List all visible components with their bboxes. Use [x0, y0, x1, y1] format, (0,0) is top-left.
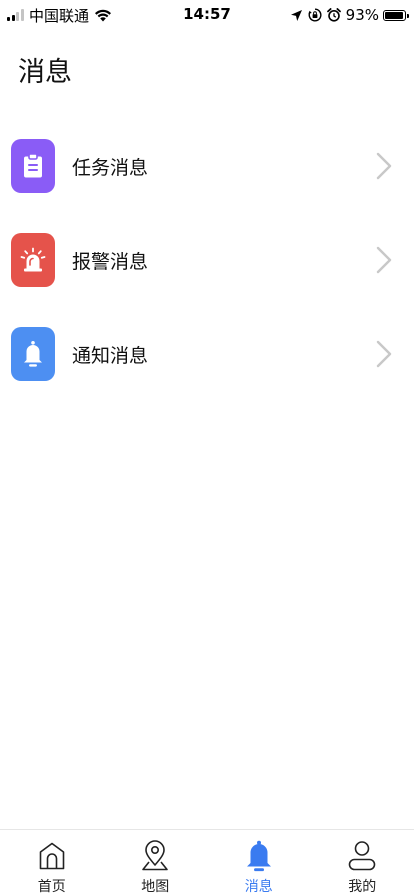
- siren-icon: [11, 233, 55, 287]
- message-item-notice[interactable]: 通知消息: [0, 307, 414, 401]
- tab-home[interactable]: 首页: [0, 830, 104, 896]
- location-arrow-icon: [290, 9, 303, 22]
- orientation-lock-icon: [308, 8, 322, 22]
- tab-label: 地图: [141, 879, 170, 895]
- user-icon: [347, 839, 377, 873]
- tab-label: 消息: [244, 879, 273, 895]
- tab-messages[interactable]: 消息: [207, 830, 311, 896]
- message-item-label: 任务消息: [72, 156, 149, 179]
- home-icon: [37, 839, 67, 873]
- battery-percent: 93%: [345, 6, 379, 24]
- chevron-right-icon: [376, 340, 392, 368]
- clipboard-icon: [11, 139, 55, 193]
- message-item-alarm[interactable]: 报警消息: [0, 213, 414, 307]
- tab-label: 首页: [37, 879, 66, 895]
- tab-profile[interactable]: 我的: [311, 830, 414, 896]
- tab-bar: 首页 地图 消息 我的: [0, 829, 414, 896]
- message-item-label: 通知消息: [72, 344, 149, 367]
- chevron-right-icon: [376, 246, 392, 274]
- message-item-task[interactable]: 任务消息: [0, 119, 414, 213]
- map-pin-icon: [140, 839, 170, 873]
- bell-icon: [244, 839, 274, 873]
- page-title: 消息: [18, 57, 72, 88]
- status-right: 93%: [285, 5, 409, 25]
- chevron-right-icon: [376, 152, 392, 180]
- battery-icon: [383, 9, 409, 21]
- alarm-icon: [326, 8, 341, 22]
- bell-icon: [11, 327, 55, 381]
- message-list: 任务消息 报警消息 通知消息: [0, 119, 414, 401]
- message-item-label: 报警消息: [72, 250, 149, 273]
- tab-map[interactable]: 地图: [104, 830, 208, 896]
- tab-label: 我的: [348, 879, 377, 895]
- status-bar: 中国联通 14:57 93%: [0, 0, 414, 30]
- messages-screen: 中国联通 14:57 93% 消息 任务消息 报警消息 通知消息 首页 地图 消…: [0, 0, 414, 896]
